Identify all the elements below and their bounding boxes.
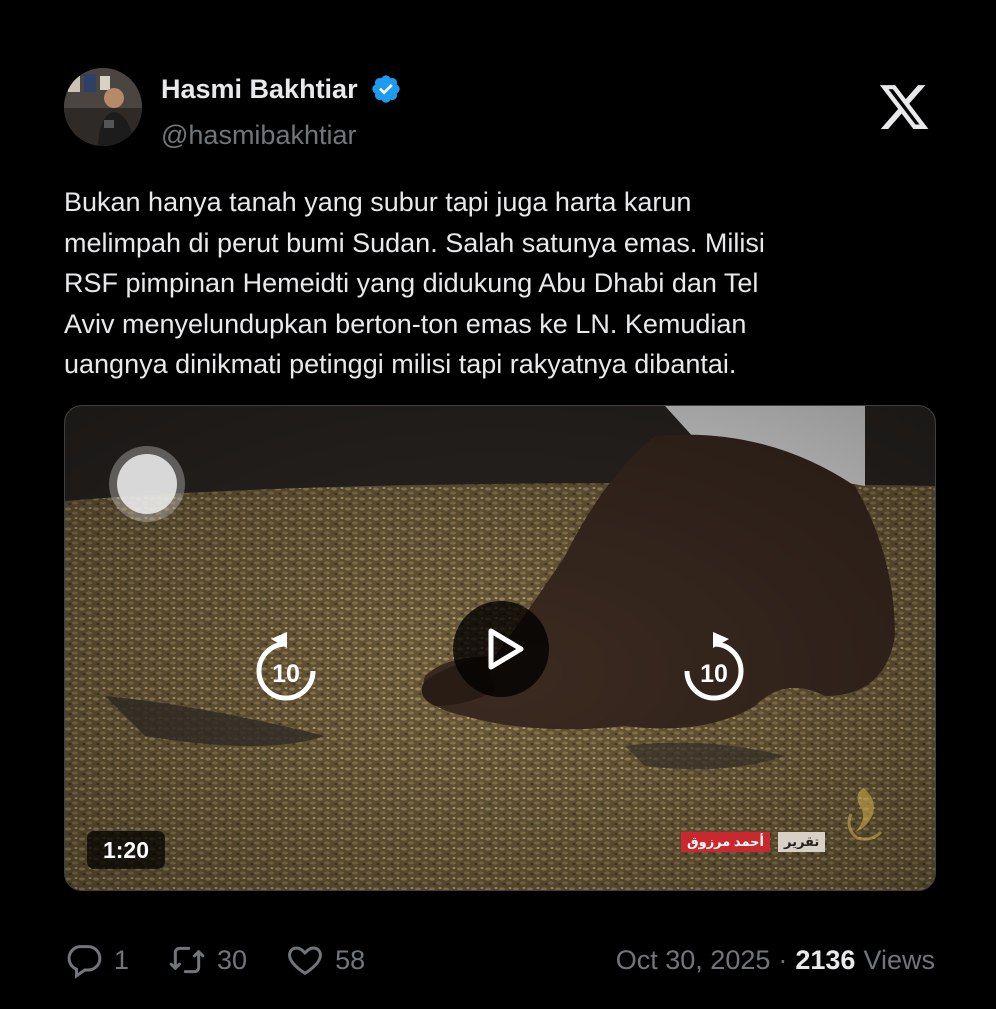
play-icon	[488, 628, 524, 670]
tweet-actions: 1 30 58	[64, 940, 403, 980]
heart-icon	[288, 946, 322, 975]
avatar[interactable]	[64, 68, 142, 146]
video-caption-overlay: أحمد مرزوق تقرير	[673, 830, 833, 854]
tweet-date[interactable]: Oct 30, 2025	[616, 945, 771, 976]
tweet-text-line: uangnya dinikmati petinggi milisi tapi r…	[64, 349, 737, 379]
reply-count: 1	[114, 944, 130, 975]
tweet-text: Bukan hanya tanah yang subur tapi juga h…	[64, 182, 934, 385]
tweet-text-line: Aviv menyelundupkan berton-ton emas ke L…	[64, 308, 747, 339]
video-player[interactable]: 10 10 أحمد مرزوق تقرير 1:20	[64, 405, 936, 891]
author-name[interactable]: Hasmi Bakhtiar	[161, 72, 358, 106]
views-label: Views	[863, 944, 935, 975]
meta-separator: ·	[778, 944, 788, 975]
caption-label: تقرير	[777, 832, 826, 852]
like-button[interactable]: 58	[285, 940, 365, 980]
like-count: 58	[335, 944, 366, 975]
repost-icon	[169, 946, 205, 974]
tweet-text-line: RSF pimpinan Hemeidti yang didukung Abu …	[64, 268, 759, 298]
video-duration: 1:20	[87, 831, 165, 869]
tweet-meta: Oct 30, 2025 · 2136 Views	[616, 940, 935, 980]
author-name-row[interactable]: Hasmi Bakhtiar	[161, 72, 402, 106]
rewind-10-icon[interactable]: 10	[251, 630, 321, 708]
tweet-text-line: Bukan hanya tanah yang subur tapi juga h…	[64, 187, 692, 217]
channel-logo-icon	[847, 788, 883, 841]
rewind-seconds: 10	[272, 660, 300, 688]
repost-button[interactable]: 30	[167, 940, 247, 980]
play-button[interactable]	[453, 601, 549, 697]
views-count: 2136	[795, 944, 856, 975]
reply-icon	[67, 945, 102, 979]
reply-button[interactable]: 1	[64, 940, 129, 980]
repost-count: 30	[217, 944, 248, 975]
author-handle[interactable]: @hasmibakhtiar	[161, 118, 357, 152]
tweet-text-line: melimpah di perut bumi Sudan. Salah satu…	[64, 227, 765, 258]
x-logo-icon[interactable]	[876, 80, 932, 134]
forward-seconds: 10	[700, 660, 728, 688]
forward-10-icon[interactable]: 10	[679, 630, 749, 708]
caption-name: أحمد مرزوق	[681, 832, 770, 852]
verified-badge-icon	[371, 75, 400, 103]
